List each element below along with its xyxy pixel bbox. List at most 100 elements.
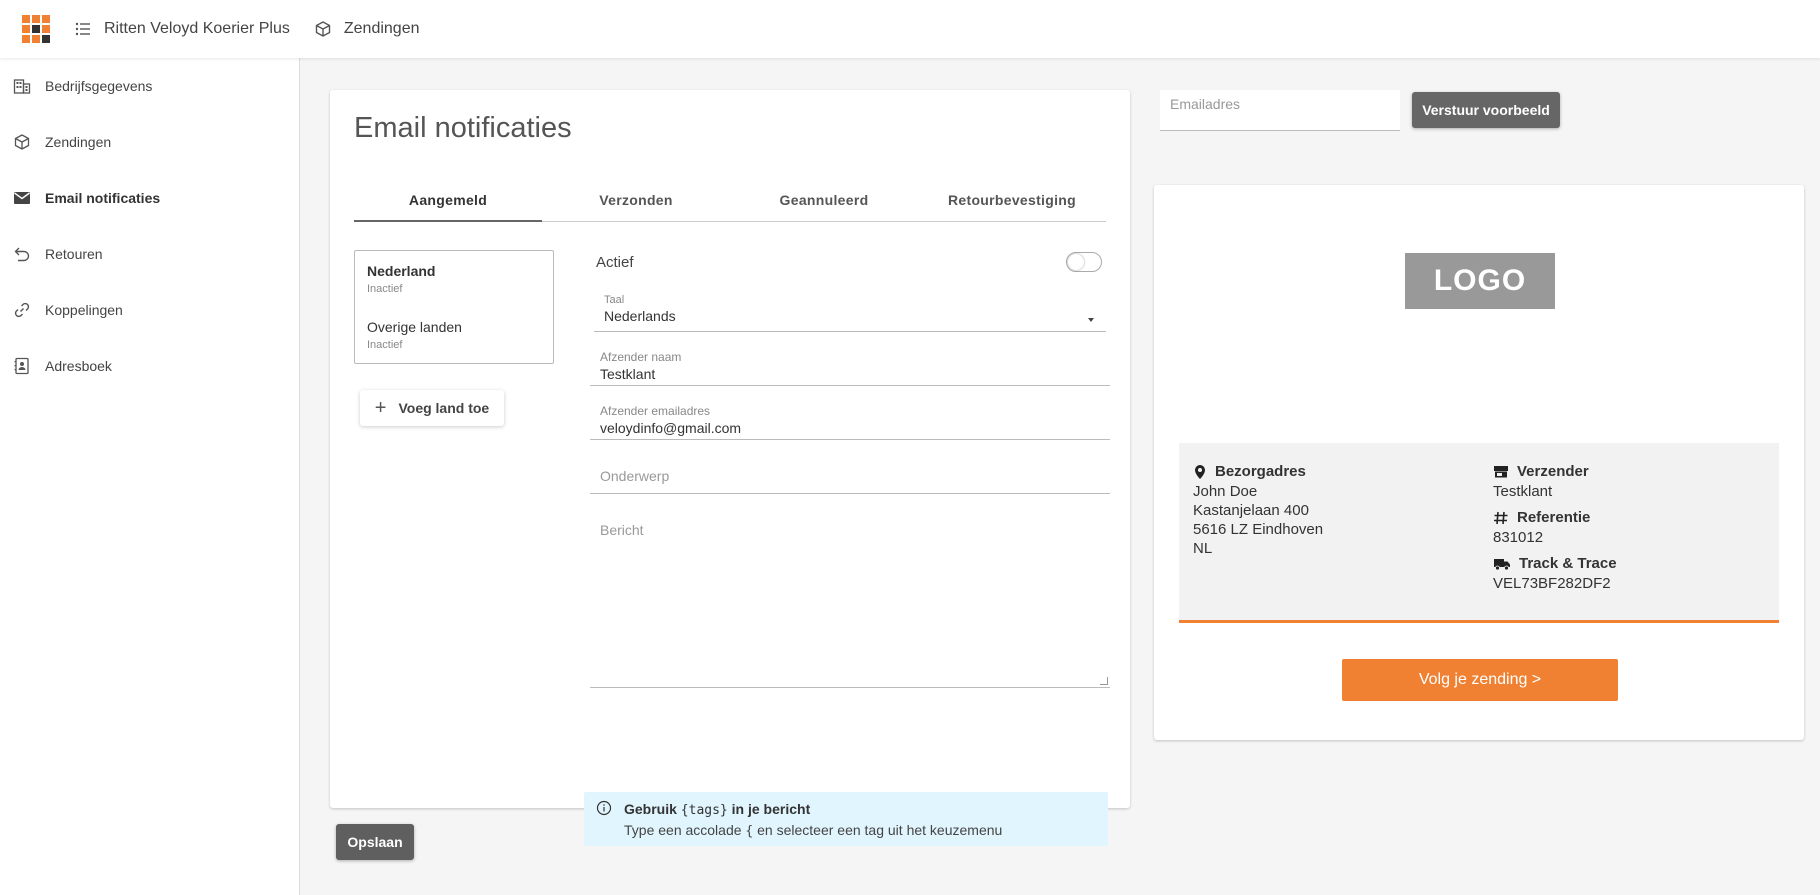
- afzender-naam-label: Afzender naam: [600, 350, 682, 364]
- tab-aangemeld[interactable]: Aangemeld: [354, 178, 542, 222]
- verzender-heading: Verzender: [1493, 463, 1617, 480]
- sidebar-item-label: Adresboek: [45, 358, 112, 374]
- send-preview-button[interactable]: Verstuur voorbeeld: [1412, 92, 1560, 128]
- tab-retourbevestiging[interactable]: Retourbevestiging: [918, 178, 1106, 221]
- bezorgadres-label: Bezorgadres: [1215, 463, 1306, 480]
- country-list: Nederland Inactief Overige landen Inacti…: [354, 250, 554, 364]
- bezorgadres-heading: Bezorgadres: [1193, 463, 1323, 480]
- caret-down-icon: [1088, 318, 1094, 322]
- email-address-field[interactable]: [1160, 90, 1400, 131]
- track-shipment-button[interactable]: Volg je zending >: [1342, 659, 1618, 701]
- truck-icon: [1494, 558, 1510, 570]
- country-name: Overige landen: [367, 319, 462, 335]
- actief-row: Actief: [596, 250, 1102, 274]
- referentie-value: 831012: [1493, 529, 1544, 546]
- country-name: Nederland: [367, 263, 436, 279]
- sidebar-item-bedrijfsgegevens[interactable]: Bedrijfsgegevens: [0, 58, 299, 114]
- verzender-label: Verzender: [1517, 463, 1589, 480]
- location-pin-icon: [1195, 464, 1205, 479]
- taal-label: Taal: [604, 294, 625, 306]
- info-title-code: {tags}: [680, 803, 728, 818]
- resize-handle-icon[interactable]: [1100, 677, 1108, 685]
- sidebar-item-retouren[interactable]: Retouren: [0, 226, 299, 282]
- track-heading: Track & Trace: [1493, 555, 1617, 572]
- plus-icon: +: [374, 396, 387, 419]
- tab-bar: Aangemeld Verzonden Geannuleerd Retourbe…: [354, 178, 1106, 222]
- address-book-icon: [14, 357, 29, 375]
- sidebar-item-koppelingen[interactable]: Koppelingen: [0, 282, 299, 338]
- email-preview-card: LOGO Bezorgadres John Doe Kastanjelaan 4…: [1154, 185, 1804, 740]
- address-line: Kastanjelaan 400: [1193, 502, 1309, 519]
- afzender-email-label: Afzender emailadres: [600, 404, 711, 418]
- track-value: VEL73BF282DF2: [1493, 575, 1611, 592]
- afzender-naam-field[interactable]: Afzender naam Testklant: [590, 342, 1110, 386]
- app-grid-square: [32, 25, 40, 33]
- app-grid-square: [22, 35, 30, 43]
- sidebar-item-email-notificaties[interactable]: Email notificaties: [0, 170, 299, 226]
- package-icon: [14, 134, 30, 150]
- undo-icon: [14, 247, 30, 262]
- country-item-nederland[interactable]: Nederland Inactief: [355, 251, 553, 307]
- afzender-naam-value: Testklant: [600, 366, 656, 382]
- tab-geannuleerd[interactable]: Geannuleerd: [730, 178, 918, 221]
- info-text-pre: Type een accolade: [624, 822, 746, 838]
- tags-info-box: Gebruik {tags} in je bericht Type een ac…: [584, 792, 1108, 846]
- app-grid-square: [22, 15, 30, 23]
- country-status: Inactief: [367, 339, 403, 351]
- app-title: Ritten Veloyd Koerier Plus: [104, 20, 290, 37]
- afzender-email-value: veloydinfo@gmail.com: [600, 420, 742, 436]
- building-icon: [13, 79, 31, 94]
- add-country-label: Voeg land toe: [398, 400, 490, 416]
- address-line: John Doe: [1193, 483, 1258, 500]
- bericht-placeholder: Bericht: [600, 522, 644, 538]
- top-bar: Ritten Veloyd Koerier Plus Zendingen: [0, 0, 1820, 58]
- country-item-overige-landen[interactable]: Overige landen Inactief: [355, 307, 553, 363]
- app-grid-square: [32, 35, 40, 43]
- info-text-post: en selecteer een tag uit het keuzemenu: [753, 822, 1003, 838]
- sidebar-item-adresboek[interactable]: Adresboek: [0, 338, 299, 394]
- email-address-input[interactable]: [1160, 90, 1400, 130]
- breadcrumb-app[interactable]: Ritten Veloyd Koerier Plus: [74, 20, 290, 38]
- sidebar-item-zendingen[interactable]: Zendingen: [0, 114, 299, 170]
- onderwerp-placeholder: Onderwerp: [600, 468, 670, 484]
- sidebar: Bedrijfsgegevens Zendingen Email notific…: [0, 58, 300, 895]
- onderwerp-field[interactable]: Onderwerp: [590, 450, 1110, 494]
- sidebar-item-label: Email notificaties: [45, 190, 161, 206]
- info-title: Gebruik {tags} in je bericht: [624, 800, 1108, 820]
- address-panel: Bezorgadres John Doe Kastanjelaan 400 56…: [1179, 443, 1779, 623]
- info-text: Type een accolade { en selecteer een tag…: [624, 820, 1108, 842]
- actief-label: Actief: [596, 253, 634, 271]
- app-grid-square: [42, 25, 50, 33]
- info-icon: [596, 800, 612, 816]
- logo-placeholder: LOGO: [1405, 253, 1555, 309]
- app-grid-square: [22, 25, 30, 33]
- taal-select[interactable]: Taal Nederlands: [594, 288, 1106, 332]
- save-button[interactable]: Opslaan: [336, 824, 414, 860]
- add-country-button[interactable]: + Voeg land toe: [360, 390, 504, 426]
- track-label: Track & Trace: [1519, 555, 1617, 572]
- shipment-info-block: Verzender Testklant Referentie 831012 Tr…: [1493, 463, 1617, 593]
- mail-icon: [14, 192, 30, 204]
- store-icon: [1494, 465, 1508, 477]
- breadcrumb-section[interactable]: Zendingen: [314, 20, 420, 38]
- list-icon: [75, 22, 90, 36]
- app-grid-icon[interactable]: [22, 15, 50, 43]
- section-title: Zendingen: [343, 20, 420, 37]
- info-title-pre: Gebruik: [624, 801, 681, 817]
- info-title-post: in je bericht: [727, 801, 811, 817]
- referentie-label: Referentie: [1517, 509, 1591, 526]
- app-grid-square: [32, 15, 40, 23]
- afzender-email-field[interactable]: Afzender emailadres veloydinfo@gmail.com: [590, 396, 1110, 440]
- sidebar-item-label: Retouren: [45, 246, 103, 262]
- actief-toggle[interactable]: [1066, 252, 1102, 272]
- bericht-textarea[interactable]: Bericht: [590, 504, 1110, 688]
- taal-value: Nederlands: [604, 308, 676, 324]
- page-title: Email notificaties: [354, 112, 572, 144]
- link-icon: [14, 302, 30, 318]
- email-notifications-card: Email notificaties Aangemeld Verzonden G…: [330, 90, 1130, 846]
- verzender-value: Testklant: [1493, 483, 1553, 500]
- sidebar-item-label: Koppelingen: [45, 302, 123, 318]
- app-grid-square: [42, 35, 50, 43]
- tab-verzonden[interactable]: Verzonden: [542, 178, 730, 221]
- country-status: Inactief: [367, 283, 403, 295]
